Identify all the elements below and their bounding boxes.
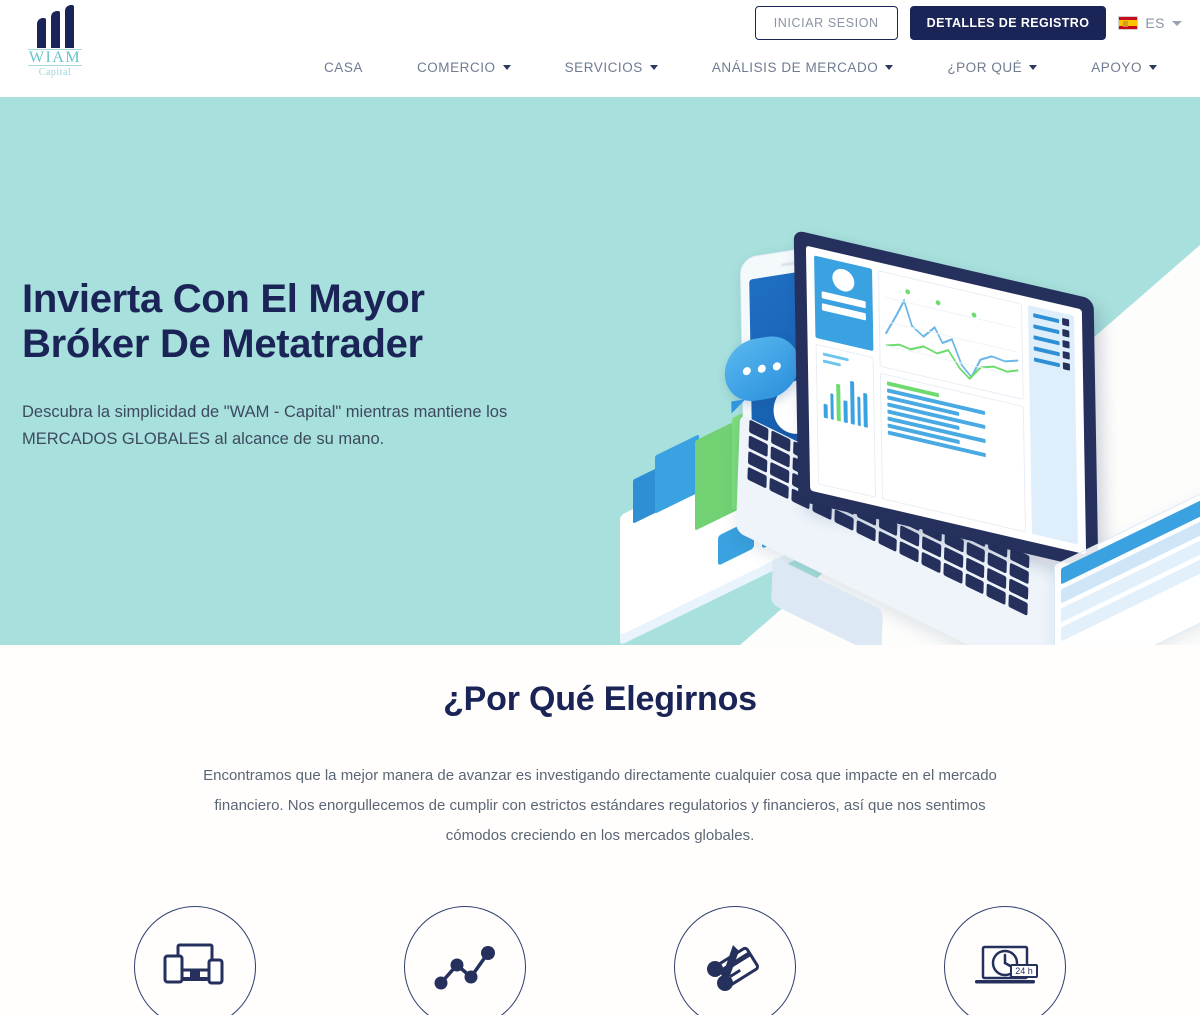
dashboard-table-card <box>879 372 1026 533</box>
chevron-down-icon <box>1029 65 1038 70</box>
avatar <box>832 266 855 294</box>
feature-icon-circle <box>134 906 256 1015</box>
three-pillars-icon <box>36 5 74 48</box>
laptop-clock-24h-icon: 24 h <box>975 945 1038 984</box>
why-choose-us-section: ¿Por Qué Elegirnos Encontramos que la me… <box>0 645 1200 1015</box>
language-code: ES <box>1145 15 1165 31</box>
nav-item-casa[interactable]: CASA <box>297 54 390 81</box>
nav-label: CASA <box>323 60 363 75</box>
hero-subtitle: Descubra la simplicidad de "WAM - Capita… <box>22 402 508 449</box>
hero-section: Invierta Con El Mayor Bróker De Metatrad… <box>0 97 1200 645</box>
nav-item-por-que[interactable]: ¿POR QUÉ <box>920 54 1064 81</box>
dashboard-profile-card <box>814 255 874 352</box>
nav-item-comercio[interactable]: COMERCIO <box>390 54 538 81</box>
feature-item[interactable] <box>120 906 270 1015</box>
header-actions: INICIAR SESION DETALLES DE REGISTRO ES <box>754 6 1186 40</box>
register-button[interactable]: DETALLES DE REGISTRO <box>909 6 1107 40</box>
site-header: WIAM Capital INICIAR SESION DETALLES DE … <box>0 0 1200 97</box>
feature-icon-circle: 24 h <box>944 906 1066 1015</box>
nav-label: COMERCIO <box>416 60 496 75</box>
nav-label: ¿POR QUÉ <box>947 60 1023 75</box>
hero-title: Invierta Con El Mayor Bróker De Metatrad… <box>22 277 582 367</box>
chevron-down-icon <box>502 65 511 70</box>
nav-item-analisis-de-mercado[interactable]: ANÁLISIS DE MERCADO <box>685 54 920 81</box>
multi-device-icon <box>163 943 224 985</box>
hero-title-line1: Invierta Con El Mayor <box>22 277 425 321</box>
feature-item[interactable] <box>660 906 810 1015</box>
chevron-down-icon <box>649 65 658 70</box>
why-body-text: Encontramos que la mejor manera de avanz… <box>203 767 997 844</box>
nav-label: SERVICIOS <box>564 60 643 75</box>
main-navigation: CASA COMERCIO SERVICIOS ANÁLISIS DE MERC… <box>0 54 1184 81</box>
laptop-screen-dashboard <box>805 245 1087 555</box>
spain-flag-icon <box>1118 16 1139 30</box>
feature-item[interactable]: 24 h <box>930 906 1080 1015</box>
nav-label: ANÁLISIS DE MERCADO <box>711 60 879 75</box>
feature-icon-circle <box>404 906 526 1015</box>
why-title: ¿Por Qué Elegirnos <box>443 680 757 718</box>
hero-title-line2: Bróker De Metatrader <box>22 321 423 366</box>
nav-item-apoyo[interactable]: APOYO <box>1064 54 1184 81</box>
feature-icon-circle <box>674 906 796 1015</box>
dashboard-bar-chart-card <box>815 343 877 498</box>
dashboard-side-list <box>1027 304 1078 545</box>
card-and-coins-icon <box>707 945 759 991</box>
hero-copy: Invierta Con El Mayor Bróker De Metatrad… <box>22 277 582 454</box>
laptop-illustration <box>735 229 1200 645</box>
chevron-down-icon <box>1149 65 1157 70</box>
hero-illustration <box>600 197 1200 645</box>
line-chart-nodes-icon <box>434 946 495 990</box>
badge-24h-label: 24 h <box>1015 966 1033 976</box>
feature-item[interactable] <box>390 906 540 1015</box>
login-button[interactable]: INICIAR SESION <box>754 6 898 40</box>
features-row: 24 h <box>0 906 1200 1015</box>
chevron-down-icon <box>885 65 894 70</box>
nav-label: APOYO <box>1091 60 1142 75</box>
language-selector[interactable]: ES <box>1118 15 1186 31</box>
nav-item-servicios[interactable]: SERVICIOS <box>538 54 685 81</box>
chevron-down-icon <box>1172 20 1182 26</box>
